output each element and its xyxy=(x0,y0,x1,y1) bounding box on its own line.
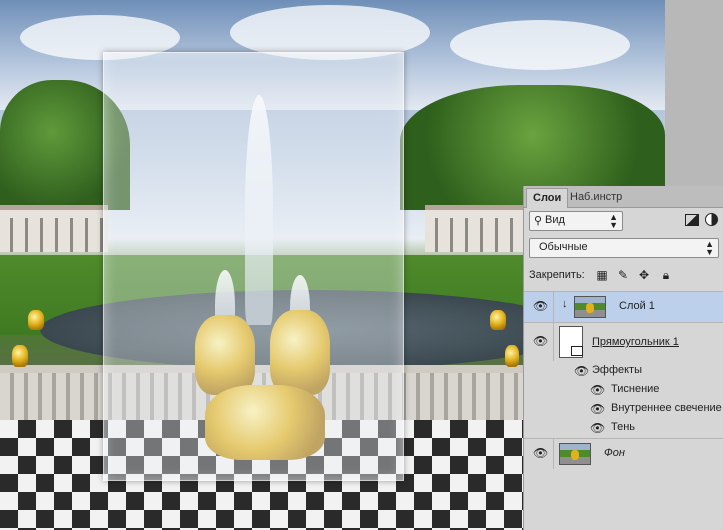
layer-thumbnail xyxy=(574,296,606,318)
eye-icon[interactable]: 👁︎ xyxy=(590,422,605,434)
lock-all-icon[interactable]: 🔒︎ xyxy=(659,268,673,282)
vector-mask-icon xyxy=(571,346,583,356)
layer-row-layer1[interactable]: 👁︎ ↓ Слой 1 xyxy=(524,291,723,322)
eye-icon[interactable]: 👁︎ xyxy=(533,300,548,312)
layers-list: 👁︎ ↓ Слой 1 👁︎ Прямоугольник 1 👁︎ Эффект… xyxy=(524,291,723,469)
effect-label: Тиснение xyxy=(611,383,660,395)
layer-filter-label: Вид xyxy=(545,214,565,226)
search-icon: ⚲ xyxy=(534,215,543,227)
effects-row[interactable]: 👁︎ Эффекты xyxy=(524,361,723,380)
lock-row: Закрепить: ▦ ✎ ✥ 🔒︎ xyxy=(529,268,719,284)
tab-layers[interactable]: Слои xyxy=(526,188,569,208)
clipping-arrow-icon: ↓ xyxy=(562,298,568,310)
filter-row: ⚲ Вид ▲ ▼ xyxy=(529,211,719,231)
layer-row-rectangle1[interactable]: 👁︎ Прямоугольник 1 xyxy=(524,322,723,361)
layer-name[interactable]: Слой 1 xyxy=(619,300,655,312)
eye-icon[interactable]: 👁︎ xyxy=(590,384,605,396)
layer-thumbnail xyxy=(559,443,591,465)
layer-row-background[interactable]: 👁︎ Фон xyxy=(524,438,723,469)
effect-row-inner-glow[interactable]: 👁︎ Внутреннее свечение xyxy=(524,399,723,418)
effect-row-bevel[interactable]: 👁︎ Тиснение xyxy=(524,380,723,399)
pavilion-left xyxy=(0,205,108,252)
pavilion-right xyxy=(425,205,525,252)
pasteboard xyxy=(665,0,723,185)
eye-icon[interactable]: 👁︎ xyxy=(533,447,548,459)
layer-filter-select[interactable]: ⚲ Вид ▲ ▼ xyxy=(529,211,623,231)
eye-icon[interactable]: 👁︎ xyxy=(574,365,589,377)
lock-label: Закрепить: xyxy=(529,269,585,281)
gold-statue-small xyxy=(28,310,44,330)
frosted-glass-rectangle[interactable] xyxy=(103,52,404,481)
updown-arrow-icon: ▲ ▼ xyxy=(705,239,714,257)
updown-arrow-icon: ▲ ▼ xyxy=(609,212,618,230)
eye-icon[interactable]: 👁︎ xyxy=(590,403,605,415)
gold-statue-small xyxy=(12,345,28,367)
adjustment-layer-filter-icon[interactable] xyxy=(705,213,718,226)
lock-position-icon[interactable]: ✥ xyxy=(637,268,651,282)
panel-tabs: Слои Наб.инстр xyxy=(524,186,723,208)
effects-label: Эффекты xyxy=(592,364,643,376)
tab-tool-presets[interactable]: Наб.инстр xyxy=(564,188,628,207)
effect-row-shadow[interactable]: 👁︎ Тень xyxy=(524,418,723,438)
layer-name[interactable]: Прямоугольник 1 xyxy=(592,336,679,348)
eye-icon[interactable]: 👁︎ xyxy=(533,335,548,347)
blend-mode-label: Обычные xyxy=(539,241,588,253)
gold-statue-small xyxy=(505,345,519,367)
cloud xyxy=(450,20,630,70)
effect-label: Внутреннее свечение xyxy=(611,402,722,414)
layers-panel: Слои Наб.инстр ⚲ Вид ▲ ▼ Обычные ▲ ▼ Закре… xyxy=(523,186,723,530)
lock-transparent-pixels-icon[interactable]: ▦ xyxy=(595,268,609,282)
layer-name[interactable]: Фон xyxy=(604,447,625,459)
blend-mode-select[interactable]: Обычные ▲ ▼ xyxy=(529,238,719,258)
lock-image-pixels-icon[interactable]: ✎ xyxy=(616,268,630,282)
pixel-layer-filter-icon[interactable] xyxy=(685,214,699,226)
effect-label: Тень xyxy=(611,421,636,433)
gold-statue-small xyxy=(490,310,506,330)
